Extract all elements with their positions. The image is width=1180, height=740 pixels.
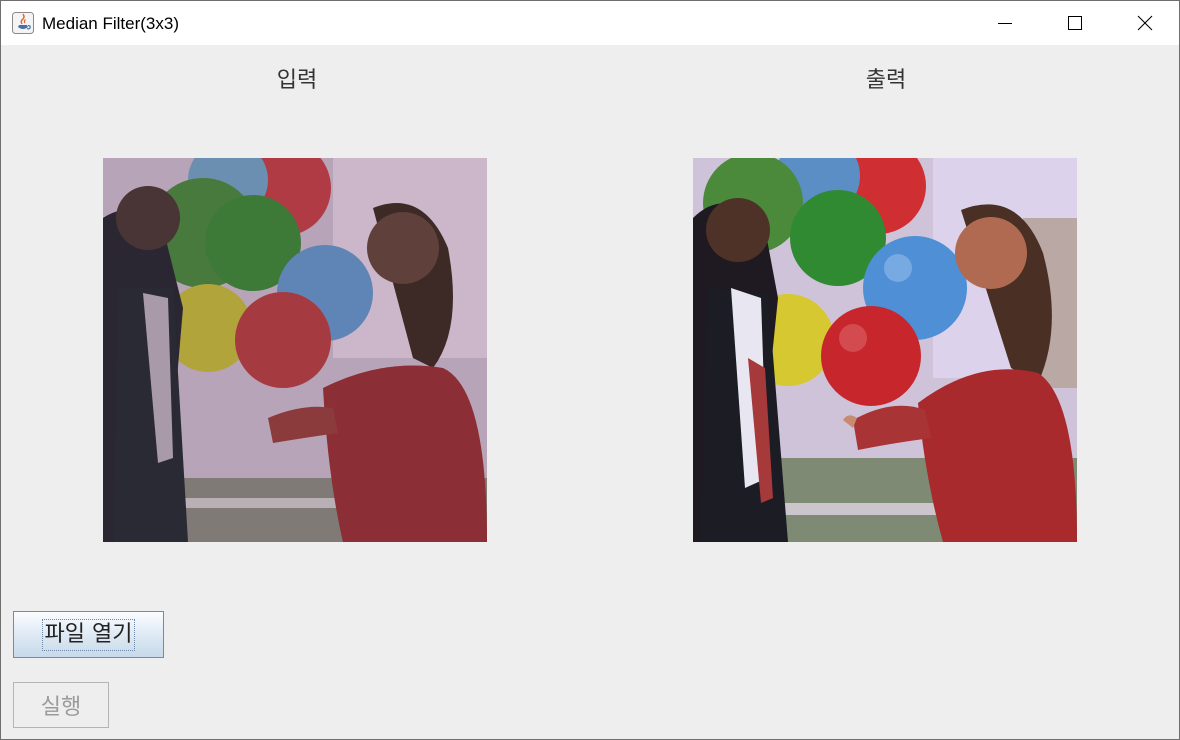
java-icon	[12, 12, 34, 34]
window-title: Median Filter(3x3)	[42, 14, 179, 33]
main-content: 입력 출력 파일 열기 실행	[1, 45, 1179, 739]
close-button[interactable]	[1110, 1, 1180, 45]
open-file-label: 파일 열기	[41, 618, 136, 651]
minimize-icon	[998, 23, 1012, 24]
input-image	[103, 158, 487, 542]
output-image	[693, 158, 1077, 542]
maximize-icon	[1068, 16, 1082, 30]
open-file-button[interactable]: 파일 열기	[13, 611, 164, 658]
app-window: Median Filter(3x3) 입력 출력 파일 열기 실행	[0, 0, 1180, 740]
minimize-button[interactable]	[970, 1, 1040, 45]
run-button[interactable]: 실행	[13, 682, 109, 728]
input-label: 입력	[276, 68, 318, 93]
maximize-button[interactable]	[1040, 1, 1110, 45]
output-label: 출력	[865, 68, 907, 93]
run-label: 실행	[40, 695, 82, 720]
title-bar[interactable]: Median Filter(3x3)	[1, 1, 1179, 45]
close-icon	[1137, 15, 1153, 31]
